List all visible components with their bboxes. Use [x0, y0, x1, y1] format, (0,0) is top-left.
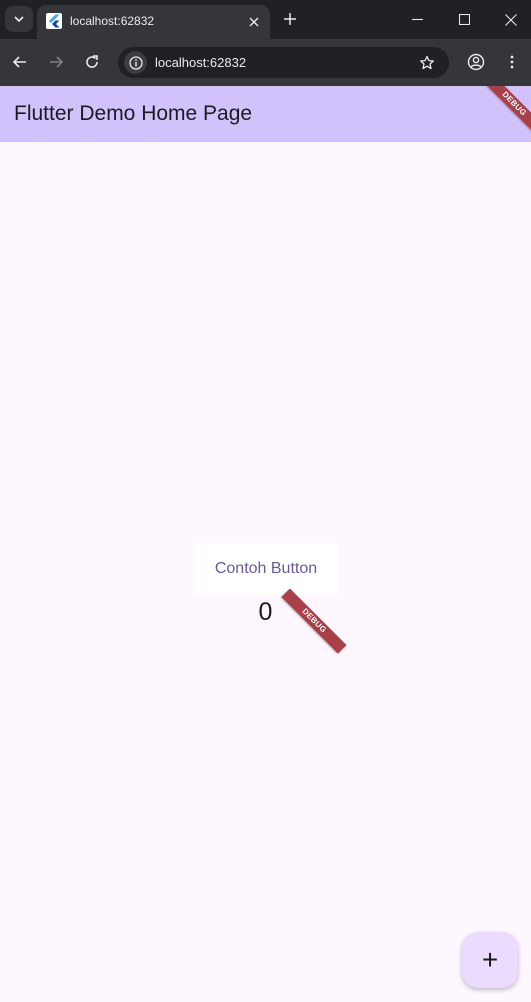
- tab-title: localhost:62832: [70, 14, 155, 28]
- bookmark-star-icon[interactable]: [417, 53, 437, 73]
- more-vert-icon: [510, 55, 514, 69]
- profile-button[interactable]: [464, 50, 488, 74]
- maximize-icon: [458, 14, 470, 25]
- close-icon: [505, 13, 517, 26]
- page-title: Flutter Demo Home Page: [14, 102, 253, 125]
- arrow-right-icon: [50, 56, 64, 68]
- new-tab-button[interactable]: [280, 9, 300, 29]
- arrow-left-icon: [12, 56, 26, 68]
- counter-value: 0: [258, 598, 273, 626]
- increment-fab[interactable]: +: [462, 932, 518, 988]
- chevron-down-icon: [14, 16, 24, 23]
- minimize-icon: [411, 18, 423, 21]
- tab-strip: localhost:62832: [0, 0, 531, 39]
- app-viewport: Flutter Demo Home Page DEBUG Contoh Butt…: [0, 86, 531, 1002]
- reload-icon: [86, 55, 98, 68]
- browser-window: localhost:62832 localhost:62832 Flutter …: [0, 0, 531, 1002]
- reload-button[interactable]: [80, 50, 104, 74]
- maximize-button[interactable]: [441, 0, 487, 39]
- menu-button[interactable]: [500, 50, 524, 74]
- plus-icon: +: [481, 944, 499, 975]
- browser-toolbar: localhost:62832: [0, 39, 531, 86]
- contoh-button[interactable]: Contoh Button: [194, 543, 338, 595]
- plus-icon: [284, 13, 296, 25]
- site-info-icon[interactable]: [124, 51, 147, 74]
- flutter-icon: [46, 13, 62, 29]
- close-tab-icon[interactable]: [246, 14, 262, 30]
- url-text: localhost:62832: [155, 55, 247, 70]
- account-icon: [467, 53, 485, 71]
- back-button[interactable]: [8, 50, 32, 74]
- tab-search-button[interactable]: [5, 6, 33, 32]
- address-bar[interactable]: localhost:62832: [118, 47, 449, 78]
- minimize-button[interactable]: [394, 0, 440, 39]
- app-bar: Flutter Demo Home Page: [0, 86, 531, 142]
- close-window-button[interactable]: [488, 0, 531, 39]
- browser-tab[interactable]: localhost:62832: [37, 5, 270, 39]
- forward-button[interactable]: [44, 50, 68, 74]
